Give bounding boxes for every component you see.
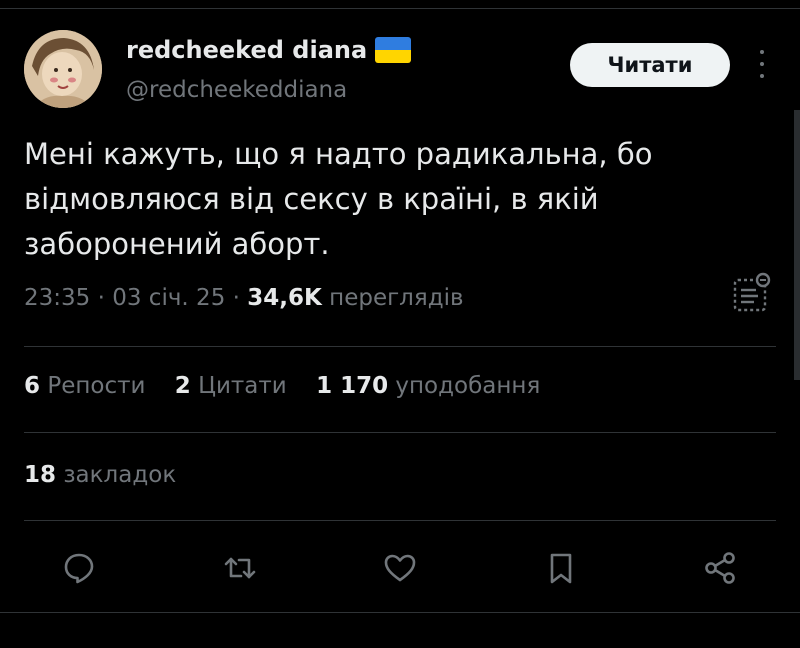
quotes-label: Цитати xyxy=(198,373,287,399)
like-icon xyxy=(384,554,416,582)
likes-count: 1 170 xyxy=(316,373,389,399)
repost-icon xyxy=(224,557,256,579)
tweet-text: Мені кажуть, що я надто радикальна, бо в… xyxy=(24,132,744,267)
bookmark-icon xyxy=(550,553,572,584)
tweet-line: Мені кажуть, що я надто радикальна, бо xyxy=(24,137,653,171)
share-button[interactable] xyxy=(700,548,740,588)
like-button[interactable] xyxy=(380,548,420,588)
reposts-stat[interactable]: 6 Репости xyxy=(24,373,153,399)
reply-icon xyxy=(64,553,94,584)
meta-separator: · xyxy=(232,285,240,311)
scrollbar[interactable] xyxy=(794,110,800,380)
tweet-line: відмовляюся від сексу в країні, в якій xyxy=(24,182,599,216)
tweet-meta: 23:35 · 03 січ. 25 · 34,6K переглядів xyxy=(24,285,464,311)
ukraine-flag-icon xyxy=(375,37,412,63)
author-handle[interactable]: @redcheekeddiana xyxy=(126,77,347,103)
engagement-stats: 6 Репости 2 Цитати 1 170 уподобання xyxy=(24,373,562,399)
likes-label: уподобання xyxy=(395,373,541,399)
quotes-count: 2 xyxy=(174,373,191,399)
divider xyxy=(24,520,776,521)
meta-separator: · xyxy=(97,285,105,311)
bookmarks-stat: 18 закладок xyxy=(24,462,176,488)
tweet-date[interactable]: 03 січ. 25 xyxy=(112,285,225,311)
repost-button[interactable] xyxy=(220,548,260,588)
grok-icon[interactable] xyxy=(732,272,772,316)
reposts-label: Репости xyxy=(47,373,146,399)
reply-button[interactable] xyxy=(59,548,99,588)
avatar[interactable] xyxy=(24,30,102,108)
divider xyxy=(24,432,776,433)
quotes-stat[interactable]: 2 Цитати xyxy=(175,373,294,399)
more-options-icon[interactable] xyxy=(752,50,772,78)
bottom-border xyxy=(0,612,800,613)
tweet-line: заборонений аборт. xyxy=(24,227,330,261)
reposts-count: 6 xyxy=(24,373,41,399)
avatar-image xyxy=(24,30,102,108)
bookmarks-label: закладок xyxy=(63,462,177,488)
tweet-time[interactable]: 23:35 xyxy=(24,285,90,311)
share-icon xyxy=(705,552,735,584)
follow-button[interactable]: Читати xyxy=(570,43,730,87)
author-name-text: redcheeked diana xyxy=(126,36,368,64)
top-border xyxy=(0,8,800,9)
likes-stat[interactable]: 1 170 уподобання xyxy=(316,373,540,399)
divider xyxy=(24,346,776,347)
views-label: переглядів xyxy=(329,285,464,311)
bookmarks-count: 18 xyxy=(24,462,57,488)
bookmark-button[interactable] xyxy=(541,548,581,588)
views-count: 34,6K xyxy=(247,285,322,311)
author-display-name[interactable]: redcheeked diana xyxy=(126,36,412,64)
